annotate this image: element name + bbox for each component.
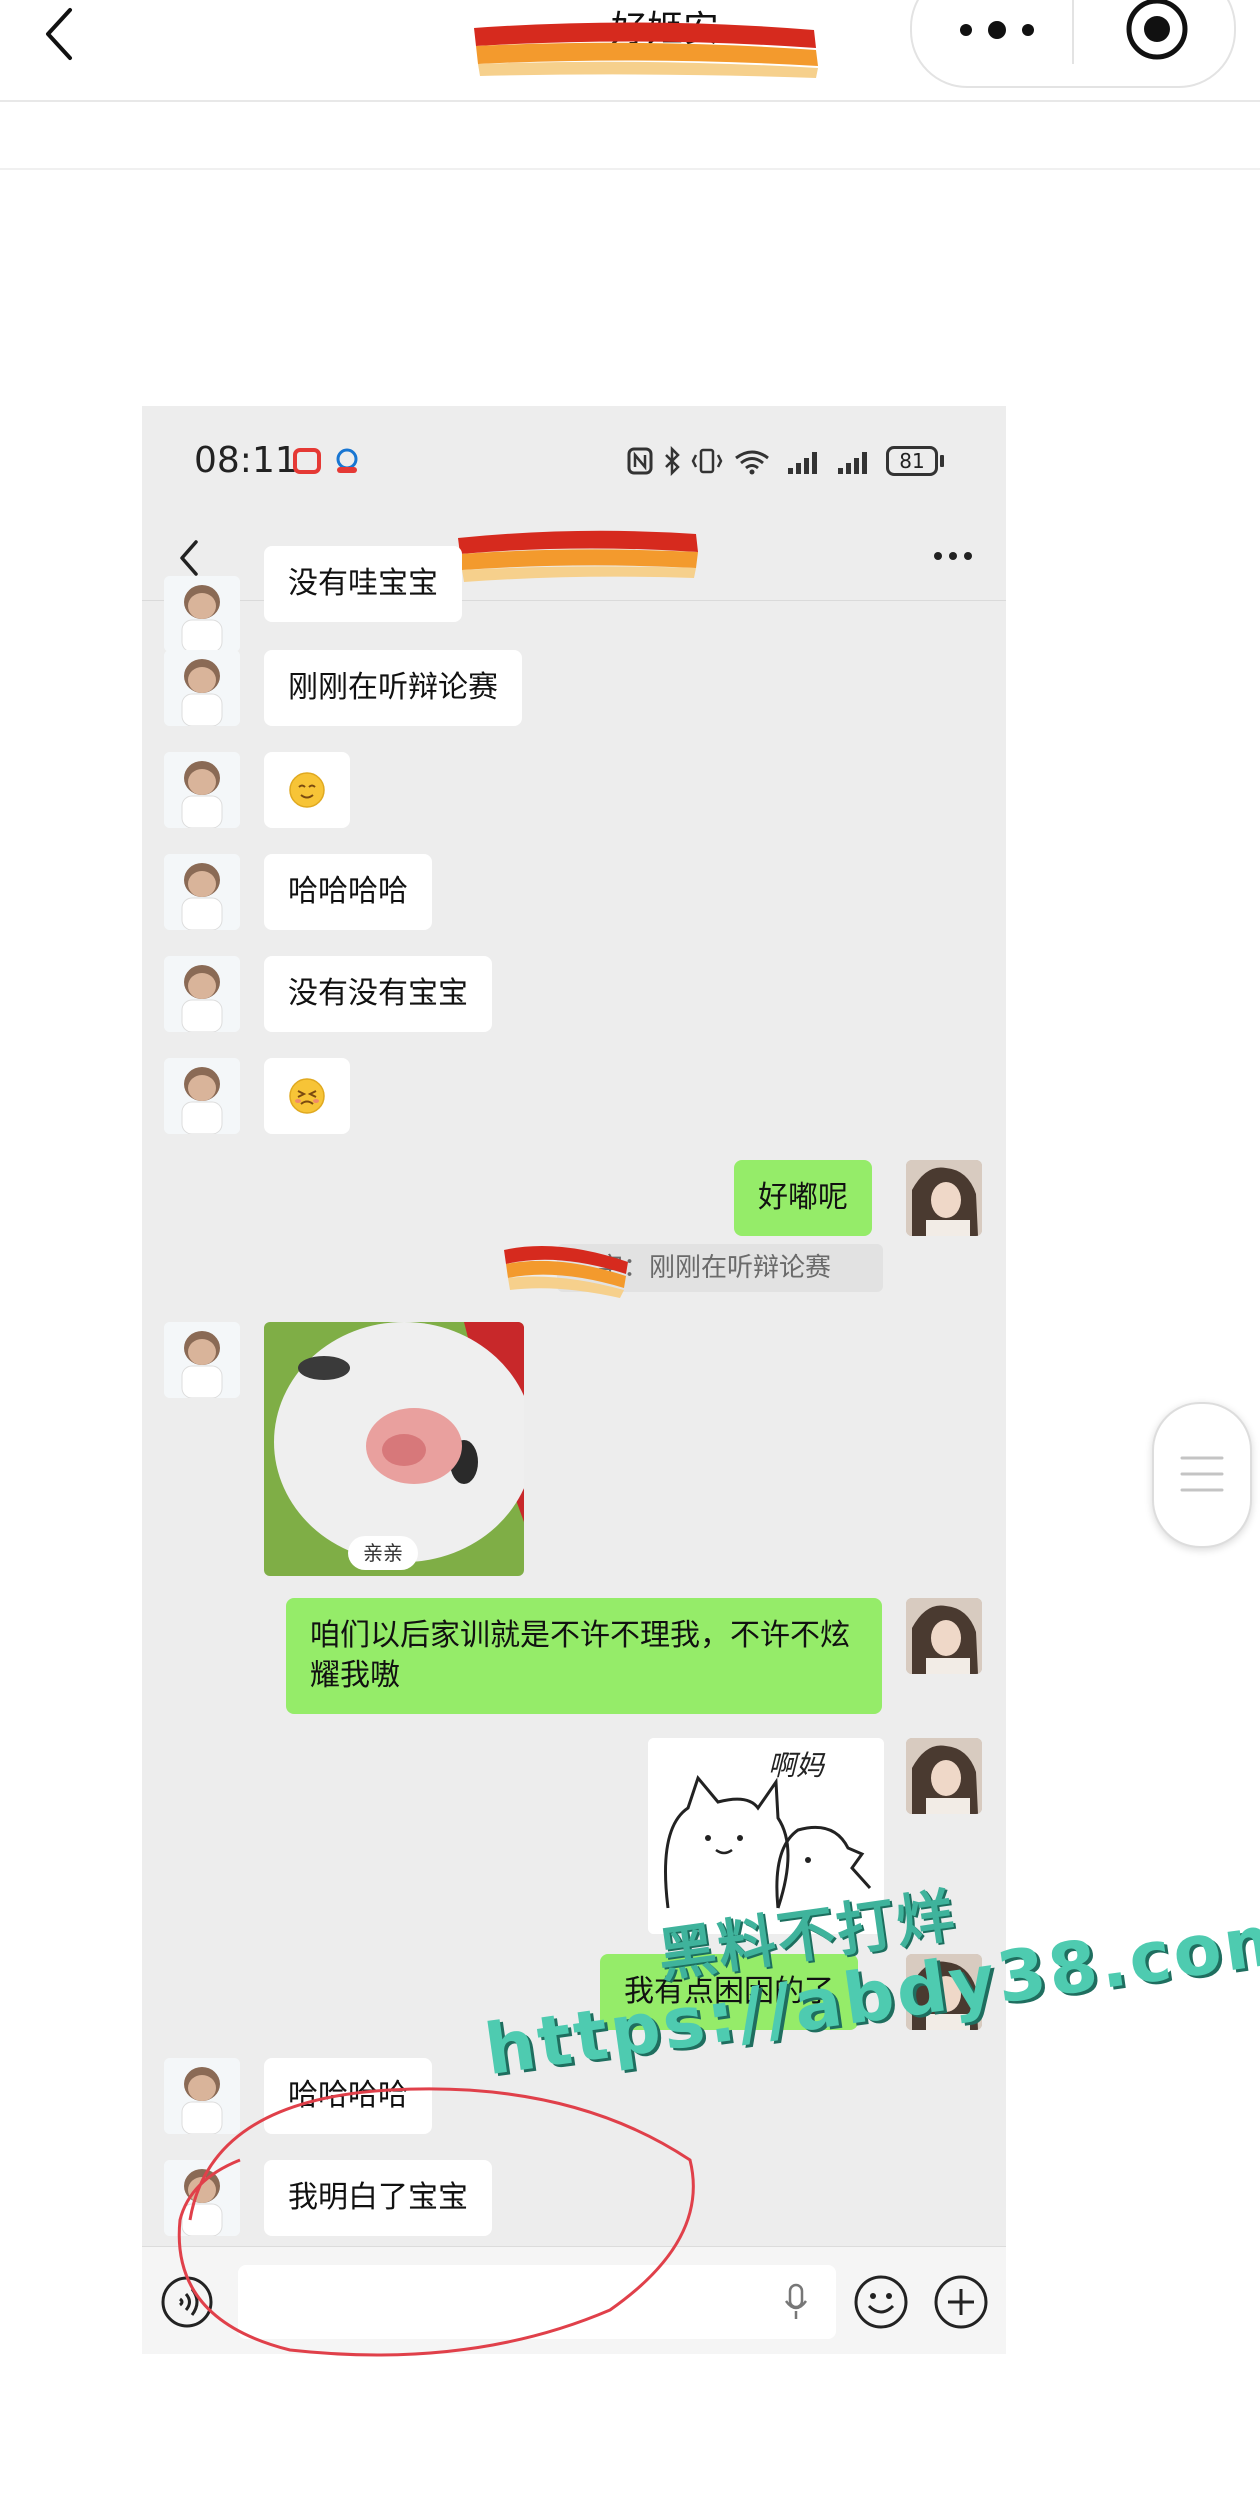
notification-icon bbox=[293, 448, 321, 474]
floating-handle[interactable] bbox=[1152, 1402, 1252, 1548]
menu-lines-icon bbox=[1180, 1456, 1224, 1492]
avatar[interactable] bbox=[164, 1322, 240, 1398]
girl-avatar-icon bbox=[906, 1160, 982, 1236]
vibrate-icon bbox=[691, 448, 723, 474]
baby-avatar-icon bbox=[164, 956, 240, 1032]
status-time: 08:11 bbox=[194, 440, 298, 481]
divider bbox=[0, 168, 1260, 170]
avatar[interactable] bbox=[164, 1058, 240, 1134]
avatar[interactable] bbox=[164, 854, 240, 930]
redaction-scribble bbox=[474, 22, 818, 78]
target-icon[interactable] bbox=[1124, 0, 1190, 62]
baby-avatar-icon bbox=[164, 576, 240, 652]
outer-header: 好姬安 bbox=[0, 0, 1260, 102]
redaction-scribble bbox=[504, 1246, 628, 1298]
avatar[interactable] bbox=[906, 1738, 982, 1814]
status-bar: 08:11 81 bbox=[142, 406, 1006, 516]
capsule-separator bbox=[1072, 0, 1074, 64]
baby-avatar-icon bbox=[164, 650, 240, 726]
redaction-scribble bbox=[458, 530, 698, 582]
signal-icon bbox=[838, 452, 867, 474]
red-circle-annotation bbox=[177, 2087, 695, 2357]
sticker-caption: 啊妈 bbox=[768, 1749, 825, 1782]
wifi-icon bbox=[735, 450, 769, 475]
message-bubble[interactable]: 哈哈哈哈 bbox=[264, 854, 432, 930]
smile-emoji-icon bbox=[289, 772, 325, 808]
avatar[interactable] bbox=[906, 1598, 982, 1674]
sticker-message[interactable]: 亲亲 bbox=[264, 1322, 524, 1576]
message-bubble[interactable]: 好嘟呢 bbox=[734, 1160, 872, 1236]
mic-icon[interactable] bbox=[782, 2283, 810, 2321]
sticker-caption: 亲亲 bbox=[348, 1536, 418, 1570]
app-notification-icon bbox=[336, 448, 358, 473]
message-bubble[interactable]: 没有哇宝宝 bbox=[264, 546, 462, 622]
bluetooth-icon bbox=[665, 446, 680, 476]
avatar[interactable] bbox=[164, 650, 240, 726]
baby-avatar-icon bbox=[164, 1322, 240, 1398]
signal-icon bbox=[788, 452, 817, 474]
battery-tip bbox=[940, 455, 944, 467]
back-chevron-icon[interactable] bbox=[40, 4, 80, 64]
message-bubble[interactable]: 刚刚在听辩论赛 bbox=[264, 650, 522, 726]
chevron-left-icon[interactable] bbox=[170, 536, 210, 580]
emoji-message[interactable] bbox=[264, 1058, 350, 1134]
battery-indicator: 81 bbox=[886, 446, 938, 476]
emoji-message[interactable] bbox=[264, 752, 350, 828]
message-bubble[interactable]: 咱们以后家训就是不许不理我，不许不炫耀我嗷 bbox=[286, 1598, 882, 1714]
avatar[interactable] bbox=[164, 752, 240, 828]
baby-avatar-icon bbox=[164, 752, 240, 828]
message-bubble[interactable]: 没有没有宝宝 bbox=[264, 956, 492, 1032]
avatar[interactable] bbox=[164, 956, 240, 1032]
persevere-emoji-icon bbox=[289, 1078, 325, 1114]
more-dots-icon[interactable] bbox=[928, 536, 978, 576]
plus-icon[interactable] bbox=[932, 2273, 990, 2331]
emoji-icon[interactable] bbox=[852, 2273, 910, 2331]
more-dots-icon[interactable] bbox=[952, 8, 1042, 48]
nfc-icon bbox=[627, 447, 653, 475]
avatar[interactable] bbox=[164, 576, 240, 652]
girl-avatar-icon bbox=[906, 1598, 982, 1674]
avatar[interactable] bbox=[906, 1160, 982, 1236]
mini-program-capsule bbox=[910, 0, 1236, 88]
baby-avatar-icon bbox=[164, 854, 240, 930]
girl-avatar-icon bbox=[906, 1738, 982, 1814]
baby-avatar-icon bbox=[164, 1058, 240, 1134]
